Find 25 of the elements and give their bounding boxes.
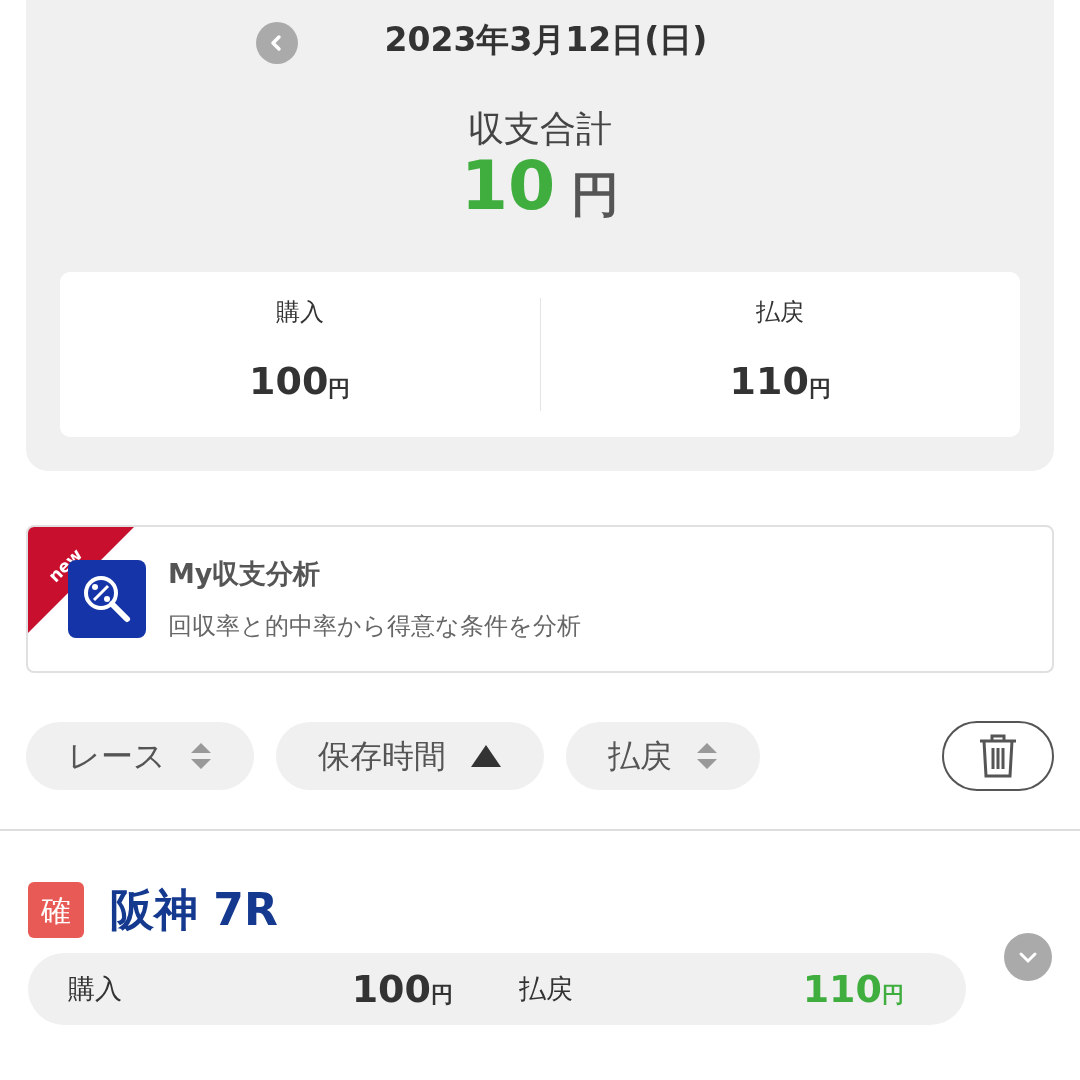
total-amount: 100: [249, 362, 329, 400]
yen-unit: 円: [808, 378, 831, 400]
total-label: 払戻: [756, 297, 805, 328]
total-label: 購入: [275, 297, 324, 328]
payout-label: 払戻: [519, 971, 573, 1006]
banner-description: 回収率と的中率から得意な条件を分析: [168, 611, 581, 643]
purchase-amount: 100円: [351, 965, 453, 1013]
summary-amount: 10: [460, 152, 556, 220]
payout-amount: 110円: [802, 965, 904, 1013]
yen-unit: 円: [571, 170, 620, 218]
yen-unit: 円: [328, 378, 351, 400]
purchase-label: 購入: [68, 971, 122, 1006]
expand-button[interactable]: [1004, 933, 1052, 981]
sort-button[interactable]: レース: [26, 722, 254, 790]
status-badge: 確: [28, 882, 84, 938]
date-title: 2023年3月12日(日): [384, 19, 708, 62]
sort-button[interactable]: 保存時間: [276, 722, 544, 790]
trash-icon: [978, 733, 1018, 779]
race-name: 阪神 7R: [110, 883, 278, 937]
previous-day-button[interactable]: [256, 22, 298, 64]
banner-title: My収支分析: [168, 556, 322, 591]
sort-button[interactable]: 払戻: [566, 722, 760, 790]
total-amount: 110: [729, 362, 809, 400]
summary-label: 収支合計: [468, 107, 612, 151]
delete-button[interactable]: [942, 721, 1054, 791]
